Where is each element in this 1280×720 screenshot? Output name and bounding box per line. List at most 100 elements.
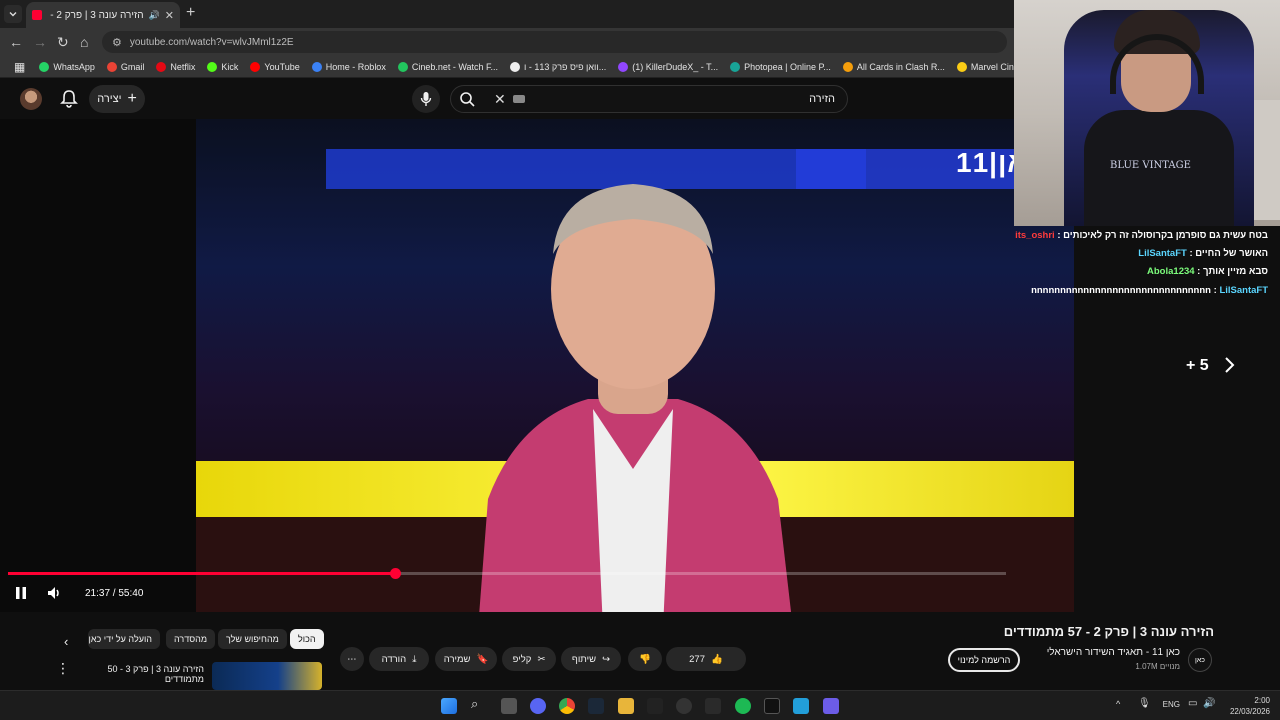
home-icon[interactable]: ⌂	[80, 34, 88, 50]
bookmark-label: (1) KillerDudeX_ - T...	[632, 61, 719, 72]
task-view-icon[interactable]	[501, 698, 517, 714]
forward-arrow-icon[interactable]: →	[33, 34, 47, 50]
bookmark-item[interactable]: Gmail	[101, 61, 151, 72]
share-button[interactable]: שיתוף ↪	[561, 647, 621, 671]
volume-icon[interactable]	[47, 586, 63, 600]
windows-start-icon[interactable]	[441, 698, 457, 714]
notifications-bell-icon[interactable]	[60, 89, 78, 109]
dislike-button[interactable]: 👎	[628, 647, 662, 671]
keyboard-icon[interactable]	[513, 95, 525, 103]
bookmark-item[interactable]: (1) KillerDudeX_ - T...	[612, 61, 724, 72]
save-button[interactable]: שמירה 🔖	[435, 647, 497, 671]
input-language[interactable]: ENG	[1163, 700, 1180, 709]
network-icon[interactable]: ▭	[1188, 698, 1197, 709]
volume-tray-icon[interactable]: 🔊	[1203, 698, 1215, 709]
back-arrow-icon[interactable]: ←	[9, 34, 23, 50]
taskbar-search-icon[interactable]: ⌕	[471, 696, 487, 712]
bookmark-item[interactable]: וואן פיס פרק 113 - ו...	[504, 61, 612, 72]
related-video-title[interactable]: הזירה עונה 3 | פרק 3 - 50 מתמודדים	[94, 664, 204, 684]
voice-search-button[interactable]	[412, 85, 440, 113]
filter-chip[interactable]: הועלה על ידי כאן	[88, 629, 160, 649]
bookmark-item[interactable]: Netflix	[150, 61, 201, 72]
browser-tab-active[interactable]: הזירה עונה 3 | פרק 2 - 57 🔊 ✕	[26, 2, 180, 28]
bookmark-favicon-icon	[39, 61, 50, 72]
video-frame[interactable]: 11|כאן	[196, 119, 1074, 612]
bookmark-label: WhatsApp	[53, 61, 95, 72]
download-button[interactable]: הורדה ⤓	[369, 647, 429, 671]
player-controls: 21:37 / 55:40	[0, 579, 1125, 612]
search-input[interactable]: הזירה	[809, 93, 835, 105]
account-avatar[interactable]	[20, 88, 42, 110]
system-clock[interactable]: 2:00 22/03/2026	[1230, 695, 1270, 717]
tab-title: הזירה עונה 3 | פרק 2 - 57	[47, 9, 144, 21]
filter-chip[interactable]: הכול	[290, 629, 324, 649]
bookmark-item[interactable]: Kick	[201, 61, 244, 72]
chrome-icon[interactable]	[559, 698, 575, 714]
pause-icon[interactable]	[15, 586, 27, 600]
chat-text: nnnnnnnnnnnnnnnnnnnnnnnnnnnnnnn	[1031, 285, 1211, 296]
bookmark-favicon-icon	[956, 61, 967, 72]
related-video-thumbnail[interactable]	[212, 662, 322, 690]
youtube-favicon-icon	[32, 10, 42, 20]
bookmark-favicon-icon	[618, 61, 629, 72]
create-button[interactable]: יצירה +	[89, 85, 145, 113]
search-box[interactable]: ✕ הזירה	[450, 85, 848, 113]
chevron-left-icon[interactable]: ‹	[64, 634, 68, 649]
thumbs-up-icon[interactable]: 👍	[711, 654, 723, 665]
tab-search-button[interactable]	[4, 5, 22, 23]
bookmark-item[interactable]: YouTube	[244, 61, 305, 72]
discord-icon[interactable]	[530, 698, 546, 714]
telegram-icon[interactable]	[793, 698, 809, 714]
tray-overflow-icon[interactable]: ^	[1116, 699, 1120, 709]
subscribe-button[interactable]: הרשמה למינוי	[948, 648, 1020, 672]
apps-grid-icon[interactable]: ▦	[8, 60, 33, 74]
bookmark-label: Kick	[221, 61, 239, 72]
channel-avatar[interactable]: כאן	[1188, 648, 1212, 672]
filter-chip[interactable]: מהסדרה	[166, 629, 216, 649]
bookmark-item[interactable]: All Cards in Clash R...	[837, 61, 951, 72]
clock-time: 2:00	[1254, 696, 1270, 705]
bookmark-item[interactable]: Photopea | Online P...	[724, 61, 837, 72]
scrubber-handle[interactable]	[390, 568, 401, 579]
video-player[interactable]: 11|כאן 21:37 / 55:40	[0, 119, 1125, 612]
bookmark-label: Home - Roblox	[325, 61, 386, 72]
site-info-icon[interactable]: ⚙	[112, 36, 122, 49]
capcut-icon[interactable]	[647, 698, 663, 714]
app-icon[interactable]	[705, 698, 721, 714]
filter-chip[interactable]: מהחיפוש שלך	[218, 629, 287, 649]
steam-icon[interactable]	[588, 698, 604, 714]
chevron-down-icon	[9, 12, 17, 17]
like-count[interactable]: 277	[689, 654, 705, 665]
more-items-count[interactable]: + 5	[1186, 357, 1209, 375]
audio-playing-icon[interactable]: 🔊	[149, 10, 160, 21]
download-arrow-icon: ⤓	[412, 653, 417, 665]
epic-games-icon[interactable]	[764, 698, 780, 714]
microphone-tray-icon[interactable]: 🎙	[1138, 698, 1151, 709]
progress-bar[interactable]	[8, 568, 1006, 579]
progress-played	[8, 572, 395, 575]
file-explorer-icon[interactable]	[618, 698, 634, 714]
bookmark-favicon-icon	[397, 61, 408, 72]
search-icon[interactable]	[459, 91, 475, 107]
spotify-icon[interactable]	[735, 698, 751, 714]
channel-name[interactable]: כאן 11 - תאגיד השידור הישראלי	[1047, 647, 1180, 658]
clip-label: קליפ	[512, 653, 532, 665]
chevron-right-icon[interactable]	[1222, 356, 1236, 374]
more-actions-button[interactable]: ⋯	[340, 647, 364, 671]
clip-button[interactable]: קליפ ✂	[502, 647, 556, 671]
app-icon[interactable]	[823, 698, 839, 714]
chat-username: LilSantaFT	[1138, 248, 1187, 259]
bookmark-item[interactable]: Cineb.net - Watch F...	[392, 61, 504, 72]
bookmark-item[interactable]: Home - Roblox	[306, 61, 392, 72]
new-tab-button[interactable]: +	[186, 4, 195, 22]
address-bar[interactable]: ⚙ youtube.com/watch?v=wlvJMml1z2E	[102, 31, 1007, 53]
bookmark-item[interactable]: WhatsApp	[33, 61, 101, 72]
more-vertical-icon[interactable]: ⋮	[56, 660, 70, 677]
windows-taskbar: ⌕ ^ 🎙 ENG ▭ 🔊 2:00 22/03/2026	[0, 690, 1280, 720]
close-tab-icon[interactable]: ✕	[165, 9, 174, 22]
clear-search-icon[interactable]: ✕	[494, 91, 506, 108]
like-dislike-group: 277 👍	[666, 647, 746, 671]
bookmark-favicon-icon	[106, 61, 117, 72]
app-icon[interactable]	[676, 698, 692, 714]
reload-icon[interactable]: ↻	[57, 34, 69, 51]
